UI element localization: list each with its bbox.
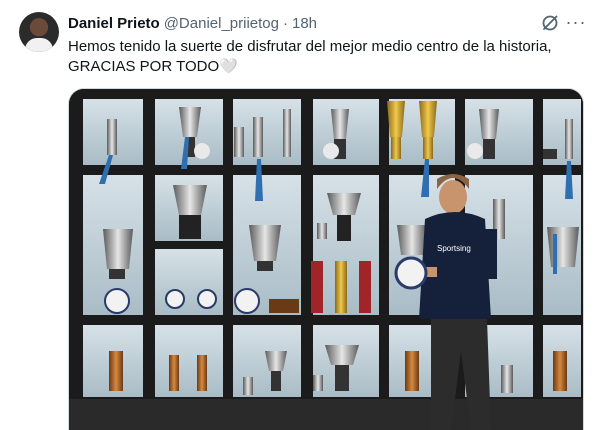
- cabinet-base: [69, 399, 583, 430]
- tweet-photo[interactable]: Sportsing: [68, 88, 584, 430]
- tweet[interactable]: Daniel Prieto @Daniel_priietog · 18h ···…: [0, 0, 604, 430]
- tweet-header: Daniel Prieto @Daniel_priietog · 18h: [68, 13, 317, 33]
- white-heart-icon: 🤍: [219, 58, 238, 75]
- more-icon[interactable]: ···: [565, 12, 587, 32]
- trophy-cabinet-photo: Sportsing: [69, 89, 583, 430]
- player-shirt-text: Sportsing: [437, 244, 471, 253]
- avatar[interactable]: [19, 12, 59, 52]
- tweet-text: Hemos tenido la suerte de disfrutar del …: [68, 37, 588, 77]
- tweet-text-line-1: Hemos tenido la suerte de disfrutar del …: [68, 38, 552, 55]
- tweet-text-line-2: GRACIAS POR TODO🤍: [68, 57, 588, 77]
- tweet-time[interactable]: 18h: [292, 15, 317, 32]
- tweet-text-line-2-content: GRACIAS POR TODO: [68, 58, 220, 75]
- grok-icon[interactable]: [541, 14, 559, 32]
- avatar-shirt: [25, 38, 53, 52]
- author-name[interactable]: Daniel Prieto: [68, 15, 160, 32]
- separator-dot: ·: [283, 14, 288, 32]
- author-handle[interactable]: @Daniel_priietog: [164, 15, 279, 32]
